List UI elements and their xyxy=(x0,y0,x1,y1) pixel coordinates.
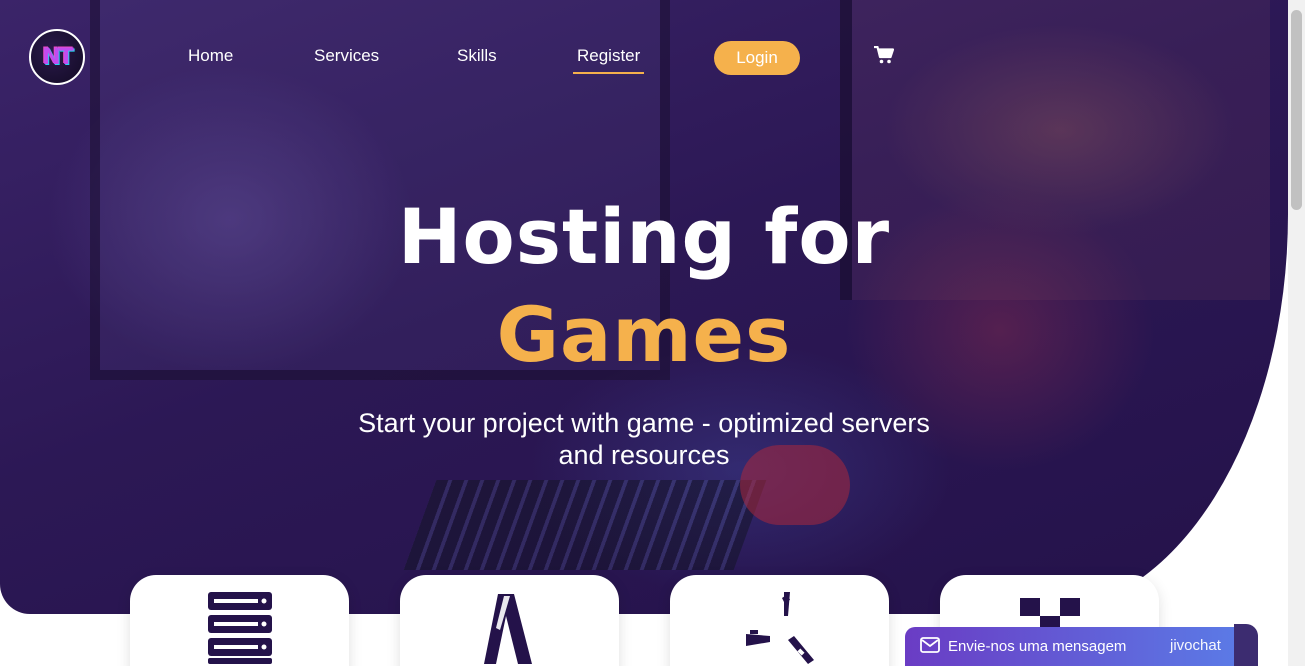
login-button[interactable]: Login xyxy=(714,41,800,75)
scrollbar-thumb[interactable] xyxy=(1291,10,1302,210)
nav-register[interactable]: Register xyxy=(572,45,645,74)
page-scrollbar[interactable] xyxy=(1288,0,1305,666)
chat-widget[interactable]: Envie-nos uma mensagem jivochat xyxy=(905,624,1258,666)
game-card-a[interactable] xyxy=(400,575,619,666)
hero-section: NT Home Services Skills Register Login H… xyxy=(0,0,1288,614)
nav-home[interactable]: Home xyxy=(188,45,233,67)
game-card-rust[interactable] xyxy=(670,575,889,666)
hero-headline-line1: Hosting for xyxy=(397,192,891,281)
chat-corner-decoration xyxy=(1234,624,1258,666)
envelope-icon xyxy=(920,637,940,653)
background-keyboard xyxy=(403,480,767,570)
server-rack-icon xyxy=(208,592,272,664)
game-logo-a-icon xyxy=(484,594,532,664)
rust-game-icon xyxy=(746,592,814,664)
hero-headline-line2: Games xyxy=(496,290,792,379)
nav-skills[interactable]: Skills xyxy=(457,45,497,67)
nav-services[interactable]: Services xyxy=(314,45,379,67)
chat-brand-label: jivochat xyxy=(1170,637,1221,654)
game-card-server[interactable] xyxy=(130,575,349,666)
shopping-cart-icon[interactable] xyxy=(874,46,894,64)
chat-message-label: Envie-nos uma mensagem xyxy=(948,638,1127,655)
logo-text: NT xyxy=(42,44,73,70)
hero-subtitle: Start your project with game - optimized… xyxy=(358,408,930,470)
site-logo[interactable]: NT xyxy=(29,29,85,85)
